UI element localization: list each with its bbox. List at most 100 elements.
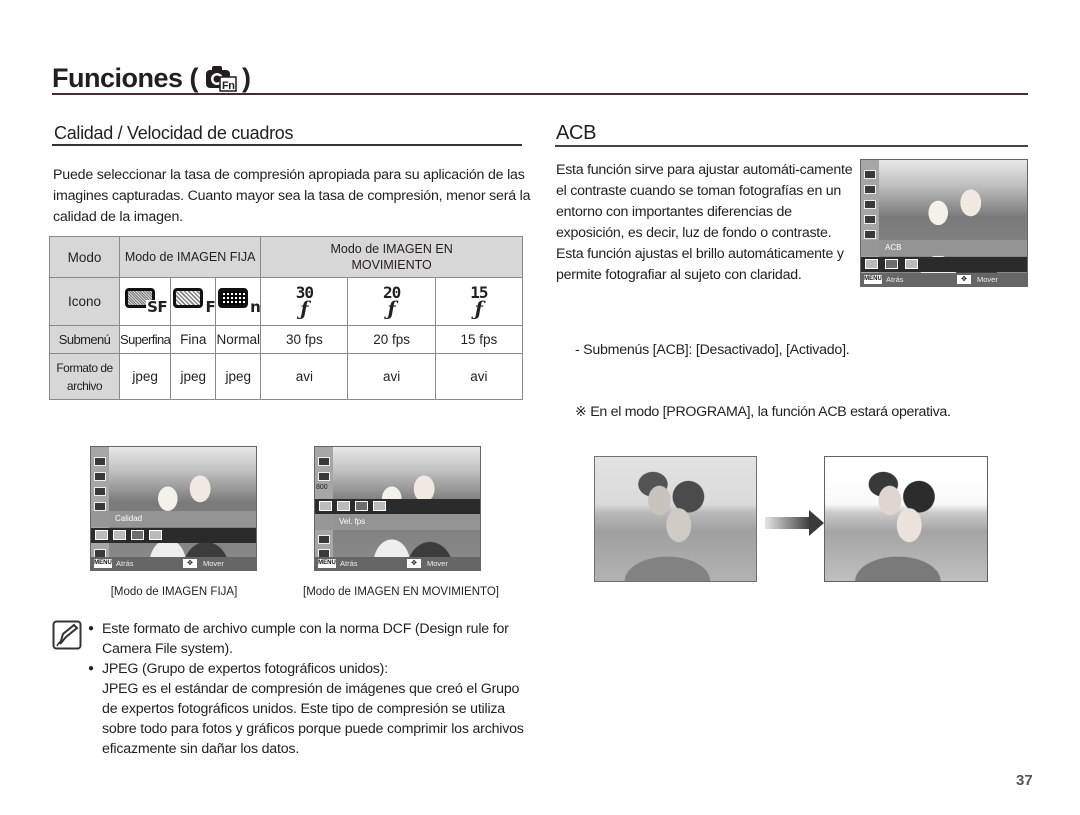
svg-text:Fn: Fn: [222, 80, 235, 92]
title-divider: [52, 93, 1028, 95]
lcd-submenu-bar: [861, 257, 1027, 272]
table-cell: Normal: [215, 325, 262, 354]
row-label-icon: Icono: [49, 277, 120, 326]
fps-15-icon: 15 ƒ: [470, 282, 488, 320]
note-item: JPEG (Grupo de expertos fotográficos uni…: [88, 659, 533, 679]
size-icon: [864, 185, 876, 194]
table-row-submenu: Submenú Superfina Fina Normal 30 fps 20 …: [49, 325, 524, 354]
size-icon: [318, 472, 330, 481]
table-cell: 30 fps: [260, 325, 349, 354]
lcd-footer: MENU Atrás ✥ Mover: [861, 273, 1027, 286]
lcd-back-label: Atrás: [340, 559, 358, 568]
table-cell: Superfina: [118, 325, 172, 354]
section-title-quality: Calidad / Velocidad de cuadros: [54, 123, 294, 143]
acb-note-line: ※ En el modo [PROGRAMA], la función ACB …: [575, 404, 951, 420]
note-item: Este formato de archivo cumple con la no…: [88, 619, 533, 659]
section-divider: [52, 144, 522, 146]
nav-key-icon: ✥: [183, 559, 197, 568]
voice-icon: [318, 535, 330, 544]
exposure-icon: [318, 457, 330, 466]
table-row-icon: Icono SF F n 30 ƒ 20 ƒ 15 ƒ: [49, 277, 524, 326]
row-label-format: Formato de archivo: [49, 353, 120, 400]
photo-before-acb: [594, 456, 757, 582]
lcd-menu-label: Calidad: [91, 511, 256, 527]
lcd-back-label: Atrás: [116, 559, 134, 568]
fine-quality-icon: F: [171, 285, 216, 315]
menu-key-icon: MENU: [318, 559, 336, 568]
caption-movie: [Modo de IMAGEN EN MOVIMIENTO]: [303, 586, 499, 598]
fps-20-icon: 20 ƒ: [382, 282, 401, 320]
lcd-footer: MENU Atrás ✥ Mover: [315, 557, 480, 570]
fps-option-icon: [337, 501, 350, 511]
fps-option-icon: [319, 501, 332, 511]
lcd-back-label: Atrás: [886, 275, 904, 284]
lcd-side-value: 800: [316, 484, 328, 491]
group-header-movie: Modo de IMAGEN EN MOVIMIENTO: [260, 236, 523, 278]
white-balance-icon: [864, 215, 876, 224]
quality-intro-text: Puede seleccionar la tasa de compresión …: [53, 167, 531, 225]
page-title-text: Funciones (: [52, 63, 199, 93]
row-label-mode: Modo: [49, 236, 120, 278]
section-divider: [555, 145, 1028, 147]
quality-option-icon: [149, 530, 162, 540]
lcd-move-label: Mover: [203, 559, 224, 568]
quality-option-icon: [95, 530, 108, 540]
row-label-submenu: Submenú: [49, 325, 120, 354]
normal-quality-icon: n: [216, 285, 261, 315]
fps-option-icon: [355, 501, 368, 511]
table-cell: 30 ƒ: [260, 277, 349, 326]
quality-option-icon: [113, 530, 126, 540]
size-icon: [94, 472, 106, 481]
table-cell: 20 ƒ: [347, 277, 436, 326]
nav-key-icon: ✥: [957, 275, 971, 284]
camera-fn-icon: Fn: [204, 64, 238, 92]
page-number: 37: [1016, 772, 1033, 789]
page-title: Funciones ( Fn ): [52, 62, 251, 94]
quality-table: Modo Modo de IMAGEN FIJA Modo de IMAGEN …: [49, 236, 524, 400]
acb-off-icon: [865, 259, 878, 269]
table-cell: avi: [434, 353, 524, 400]
table-cell: jpeg: [170, 353, 217, 400]
table-cell: 15 ƒ: [434, 277, 524, 326]
lcd-menu-label: ACB: [861, 240, 1027, 256]
arrow-right-icon: [765, 510, 825, 536]
acb-description: Esta función sirve para ajustar automáti…: [556, 162, 853, 283]
lcd-menu-label: Vel. fps: [315, 514, 480, 530]
superfine-quality-icon: SF: [123, 285, 168, 315]
lcd-submenu-bar: [91, 528, 256, 543]
lcd-side-icons: [91, 447, 109, 570]
photo-after-acb: [824, 456, 988, 582]
caption-still: [Modo de IMAGEN FIJA]: [110, 586, 238, 598]
exposure-icon: [94, 457, 106, 466]
table-cell: Fina: [170, 325, 217, 354]
lcd-footer: MENU Atrás ✥ Mover: [91, 557, 256, 570]
page-title-close: ): [242, 63, 251, 93]
table-cell: 15 fps: [434, 325, 524, 354]
table-cell: avi: [260, 353, 349, 400]
white-balance-icon: [94, 502, 106, 511]
table-cell: jpeg: [118, 353, 172, 400]
camera-screen-movie: 800 Vel. fps MENU Atrás ✥ Mover: [314, 446, 481, 571]
table-cell: SF: [118, 277, 172, 326]
note-pencil-icon: [52, 620, 82, 650]
acb-submenu-line: - Submenús [ACB]: [Desactivado], [Activa…: [575, 342, 850, 358]
table-cell: n: [215, 277, 262, 326]
acb-option-icon: [905, 259, 918, 269]
exposure-icon: [864, 170, 876, 179]
lcd-move-label: Mover: [427, 559, 448, 568]
lcd-submenu-bar: [315, 499, 480, 514]
note-block: Este formato de archivo cumple con la no…: [88, 619, 533, 759]
fps-30-icon: 30 ƒ: [295, 282, 314, 320]
table-cell: jpeg: [215, 353, 262, 400]
table-cell: F: [170, 277, 217, 326]
nav-key-icon: ✥: [407, 559, 421, 568]
acb-on-icon: [885, 259, 898, 269]
table-cell: avi: [347, 353, 436, 400]
group-header-still: Modo de IMAGEN FIJA: [118, 236, 262, 278]
quality-option-icon: [131, 530, 144, 540]
menu-key-icon: MENU: [864, 275, 882, 284]
camera-screen-acb: ACB MENU Atrás ✥ Mover: [860, 159, 1028, 287]
table-row-format: Formato de archivo jpeg jpeg jpeg avi av…: [49, 353, 524, 400]
couple-photo: [109, 447, 256, 570]
lcd-move-label: Mover: [977, 275, 998, 284]
